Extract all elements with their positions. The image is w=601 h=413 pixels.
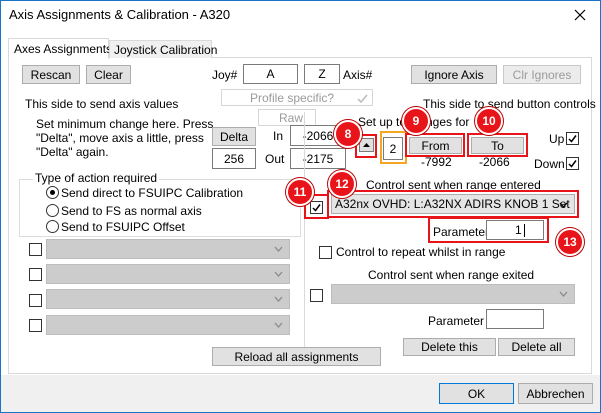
up-label: Up	[549, 132, 565, 146]
left-row-2-dropdown	[46, 264, 290, 284]
delta-field[interactable]: 256	[212, 148, 256, 169]
highlight-to	[467, 133, 528, 157]
action-group-label: Type of action required	[33, 171, 160, 185]
delete-all-button[interactable]: Delete all	[498, 338, 575, 356]
raw-box: Raw	[258, 109, 316, 126]
tab-axes-assignments[interactable]: Axes Assignments	[8, 38, 113, 59]
annotation-9: 9	[402, 107, 430, 135]
instruction-line-3: "Delta" again.	[36, 145, 109, 159]
radio-send-fs-label: Send to FS as normal axis	[61, 204, 202, 218]
close-button[interactable]	[568, 4, 592, 26]
in-label: In	[273, 129, 284, 143]
chevron-down-icon	[274, 246, 283, 252]
tab-joystick-calibration[interactable]: Joystick Calibration	[109, 40, 217, 58]
profile-specific-label: Profile specific?	[250, 91, 335, 105]
ok-button[interactable]: OK	[439, 383, 514, 404]
checkmark-icon	[357, 94, 368, 104]
left-row-3-checkbox[interactable]	[29, 294, 42, 307]
chevron-down-icon	[274, 322, 283, 328]
instruction-line-2: "Delta", move axis a little, press	[36, 131, 204, 145]
left-row-1-checkbox[interactable]	[29, 243, 42, 256]
checkmark-icon	[568, 160, 577, 168]
radio-send-direct-label: Send direct to FSUIPC Calibration	[61, 186, 244, 200]
exited-checkbox[interactable]	[310, 289, 323, 302]
axis-field[interactable]: Z	[304, 64, 340, 84]
reload-all-button[interactable]: Reload all assignments	[212, 347, 381, 366]
joy-label: Joy#	[212, 68, 238, 82]
profile-specific-box: Profile specific?	[221, 89, 373, 106]
annotation-8: 8	[334, 120, 362, 148]
axis-label: Axis#	[343, 68, 373, 82]
clear-button[interactable]: Clear	[86, 65, 131, 84]
left-row-4-checkbox[interactable]	[29, 319, 42, 332]
left-heading: This side to send axis values	[25, 97, 179, 111]
raw-label: Raw	[279, 111, 304, 125]
repeat-checkbox[interactable]	[319, 246, 332, 259]
window-title: Axis Assignments & Calibration - A320	[9, 7, 231, 22]
highlight-dropdown	[327, 190, 579, 218]
parameter2-label: Parameter	[428, 314, 485, 328]
radio-send-direct[interactable]	[46, 186, 59, 199]
right-heading: This side to send button controls	[423, 97, 596, 111]
cancel-button[interactable]: Abbrechen	[518, 383, 593, 404]
delete-this-button[interactable]: Delete this	[403, 338, 496, 356]
center-divider	[304, 112, 305, 362]
radio-send-offset-label: Send to FSUIPC Offset	[61, 220, 185, 234]
annotation-13: 13	[556, 228, 584, 256]
exited-label: Control sent when range exited	[368, 268, 535, 282]
tab-joystick-calibration-label: Joystick Calibration	[114, 43, 218, 57]
left-row-3-dropdown	[46, 289, 290, 309]
up-checkbox[interactable]	[566, 132, 579, 145]
annotation-11: 11	[286, 178, 314, 206]
ranges-label-left: Set up to	[358, 115, 407, 129]
checkmark-icon	[568, 135, 577, 143]
down-label: Down	[534, 157, 565, 171]
annotation-12: 12	[328, 170, 356, 198]
chevron-down-icon	[559, 291, 568, 297]
instruction-line-1: Set minimum change here. Press	[36, 117, 214, 131]
ranges-label-right: nges for	[426, 115, 470, 129]
out-label: Out	[265, 152, 285, 166]
radio-send-fs[interactable]	[46, 204, 59, 217]
highlight-from	[405, 133, 465, 157]
from-value: -7992	[421, 155, 452, 169]
ignore-axis-button[interactable]: Ignore Axis	[411, 65, 497, 84]
annotation-10: 10	[475, 107, 503, 135]
clr-ignores-button: Clr Ignores	[503, 65, 581, 84]
left-row-4-dropdown	[46, 315, 290, 335]
highlight-parameter	[428, 217, 549, 243]
chevron-down-icon	[274, 271, 283, 277]
highlight-range-number	[380, 131, 407, 164]
left-row-1-dropdown	[46, 239, 290, 259]
down-checkbox[interactable]	[566, 157, 579, 170]
joy-field[interactable]: A	[243, 64, 298, 84]
to-value: -2066	[479, 155, 510, 169]
rescan-button[interactable]: Rescan	[22, 65, 80, 84]
exited-control-dropdown	[331, 284, 575, 304]
chevron-down-icon	[274, 296, 283, 302]
radio-send-offset[interactable]	[46, 220, 59, 233]
repeat-label: Control to repeat whilst in range	[336, 245, 506, 259]
tab-axes-assignments-label: Axes Assignments	[14, 42, 113, 56]
delta-button[interactable]: Delta	[212, 127, 256, 146]
out-field: -2175	[290, 148, 346, 169]
left-row-2-checkbox[interactable]	[29, 268, 42, 281]
close-icon	[574, 9, 586, 21]
parameter2-field[interactable]	[486, 309, 544, 329]
